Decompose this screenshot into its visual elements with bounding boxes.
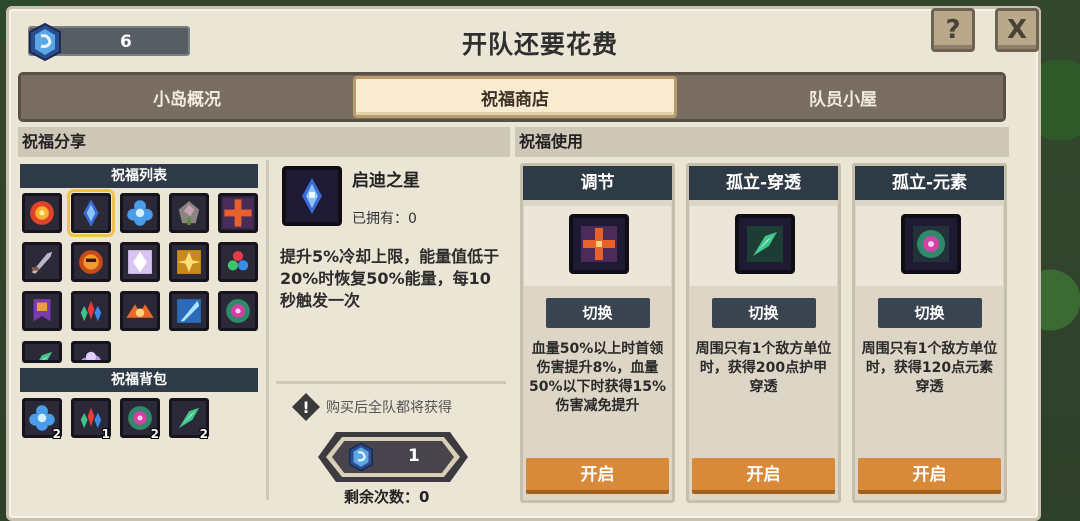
tri-orb-icon	[227, 250, 249, 271]
tab-bar: 小岛概况 祝福商店 队员小屋	[18, 72, 1006, 122]
stone-gem-icon	[178, 201, 200, 225]
open-button[interactable]: 开启	[692, 458, 835, 494]
card-title: 孤立-穿透	[689, 166, 838, 200]
close-icon: X	[1006, 15, 1028, 45]
warning-icon: !	[292, 393, 320, 421]
card-description: 周围只有1个敌方单位时，获得120点元素穿透	[861, 341, 998, 395]
blessing-slot[interactable]	[22, 291, 62, 331]
divider	[266, 160, 269, 500]
blessing-slot[interactable]	[22, 193, 62, 233]
card-description: 周围只有1个敌方单位时，获得200点护甲穿透	[695, 341, 832, 395]
blessing-slot[interactable]	[169, 193, 209, 233]
bag-item-count: 1	[101, 427, 110, 441]
purple-banner-icon	[33, 299, 51, 322]
blessing-slot[interactable]	[218, 193, 258, 233]
question-icon: ?	[945, 15, 961, 45]
detail-description: 提升5%冷却上限，能量值低于20%时恢复50%能量，每10秒触发一次	[280, 247, 500, 310]
detail-owned: 已拥有：0	[352, 211, 417, 227]
blue-flower-icon	[127, 200, 153, 226]
switch-button[interactable]: 切换	[711, 298, 816, 328]
buy-price: 1	[408, 446, 420, 466]
switch-button[interactable]: 切换	[545, 298, 650, 328]
purple-cloud-icon	[81, 351, 101, 360]
light-crystal-icon	[128, 250, 152, 274]
tri-flame-icon	[80, 300, 102, 322]
blue-star-icon	[302, 178, 322, 214]
open-button[interactable]: 开启	[526, 458, 669, 494]
blue-star-icon	[83, 199, 99, 227]
fire-burst-icon	[30, 201, 54, 225]
green-core-icon	[226, 299, 250, 323]
switch-button[interactable]: 切换	[877, 298, 982, 328]
buy-note: ! 购买后全队都将获得	[292, 393, 452, 421]
bag-slot[interactable]: 2	[22, 398, 62, 441]
detail-blessing-icon	[282, 166, 342, 226]
blessing-slot[interactable]	[169, 242, 209, 282]
card-title: 调节	[523, 166, 672, 200]
bag-slot[interactable]: 1	[71, 398, 111, 441]
blessing-slot[interactable]	[71, 341, 111, 363]
blessing-slot[interactable]	[71, 242, 111, 282]
detail-name: 启迪之星	[352, 171, 420, 191]
usage-section-header: 祝福使用	[515, 127, 1009, 157]
blessing-slot[interactable]	[218, 242, 258, 282]
green-leaf-icon	[39, 351, 53, 360]
open-button[interactable]: 开启	[858, 458, 1001, 494]
bag-item-count: 2	[199, 427, 208, 441]
gold-sparkle-icon	[177, 250, 201, 274]
bag-slot[interactable]: 2	[120, 398, 160, 441]
orange-sun-icon	[79, 250, 103, 274]
bag-slot[interactable]: 2	[169, 398, 209, 441]
close-button[interactable]: X	[995, 8, 1039, 52]
divider	[276, 381, 506, 384]
tab-blessing-shop[interactable]: 祝福商店	[353, 76, 677, 118]
tab-crew-house[interactable]: 队员小屋	[681, 76, 1005, 118]
blessing-card-isolate-element: 孤立-元素 切换 周围只有1个敌方单位时，获得120点元素穿透 开启	[852, 163, 1007, 503]
page-title: 开队还要花费	[461, 30, 618, 59]
orange-cross-icon	[569, 214, 629, 274]
green-leaf-icon	[735, 214, 795, 274]
blessing-slot[interactable]	[22, 242, 62, 282]
blessing-slot[interactable]	[71, 291, 111, 331]
blessing-list-header: 祝福列表	[20, 164, 258, 188]
buy-button[interactable]: 1	[318, 432, 468, 482]
sword-icon	[31, 251, 53, 274]
card-description: 血量50%以上时首领伤害提升8%，血量50%以下时获得15%伤害减免提升	[528, 341, 667, 414]
buy-note-text: 购买后全队都将获得	[326, 400, 452, 416]
tab-island-overview[interactable]: 小岛概况	[25, 76, 349, 118]
blessing-card-adjust: 调节 切换 血量50%以上时首领伤害提升8%，血量50%以下时获得15%伤害减免…	[520, 163, 675, 503]
blessing-bag-header: 祝福背包	[20, 368, 258, 392]
remaining-count: 剩余次数：0	[344, 488, 430, 506]
blessing-slot[interactable]	[67, 189, 115, 237]
help-button[interactable]: ?	[931, 8, 975, 52]
blessing-slot[interactable]	[120, 242, 160, 282]
green-core-icon	[901, 214, 961, 274]
ice-shard-icon	[177, 299, 201, 323]
card-title: 孤立-元素	[855, 166, 1004, 200]
blessing-slot[interactable]	[22, 341, 62, 363]
blessing-card-isolate-pierce: 孤立-穿透 切换 周围只有1个敌方单位时，获得200点护甲穿透 开启	[686, 163, 841, 503]
share-section-header: 祝福分享	[18, 127, 510, 157]
blue-gem-icon	[349, 442, 373, 472]
orange-cross-icon	[222, 197, 254, 229]
bag-item-count: 2	[52, 427, 61, 441]
blessing-slot[interactable]	[169, 291, 209, 331]
blessing-slot[interactable]	[120, 193, 160, 233]
bag-item-count: 2	[150, 427, 159, 441]
blessing-slot[interactable]	[218, 291, 258, 331]
blessing-slot[interactable]	[120, 291, 160, 331]
flame-wings-icon	[126, 304, 154, 318]
